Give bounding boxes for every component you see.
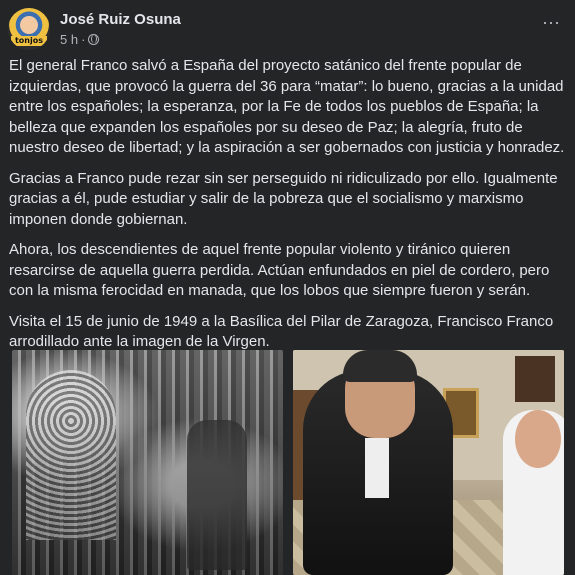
photo-figure-head [515, 410, 561, 468]
meta-separator: · [81, 32, 86, 47]
avatar-badge-text: tonjos [11, 36, 47, 46]
post-paragraph-1: El general Franco salvó a España del pro… [9, 57, 565, 156]
post-time[interactable]: 5 h [60, 32, 78, 47]
post-paragraph-3: Ahora, los descendientes de aquel frente… [9, 241, 550, 299]
photo-shade [12, 350, 283, 575]
post-paragraph-2: Gracias a Franco pude rezar sin ser pers… [9, 169, 558, 228]
avatar-face [20, 16, 38, 34]
post-header: tonjos José Ruiz Osuna 5 h · ⋯ [8, 6, 567, 50]
post-body: El general Franco salvó a España del pro… [9, 56, 565, 363]
photo-man-hair [343, 350, 417, 382]
photo-basilica-black-white[interactable] [12, 350, 283, 575]
globe-icon[interactable] [88, 34, 100, 45]
author-avatar[interactable]: tonjos [8, 8, 50, 50]
photo-crucifix [515, 356, 555, 402]
more-options-icon[interactable]: ⋯ [539, 14, 563, 36]
photo-white-shirt [365, 438, 389, 498]
photo-meeting-color[interactable] [293, 350, 564, 575]
post-photo-grid [12, 350, 564, 575]
author-name[interactable]: José Ruiz Osuna [60, 11, 181, 28]
post-meta: 5 h · [60, 32, 100, 47]
post-paragraph-4: Visita el 15 de junio de 1949 a la Basíl… [9, 312, 554, 351]
facebook-post: tonjos José Ruiz Osuna 5 h · ⋯ El genera… [0, 0, 575, 575]
